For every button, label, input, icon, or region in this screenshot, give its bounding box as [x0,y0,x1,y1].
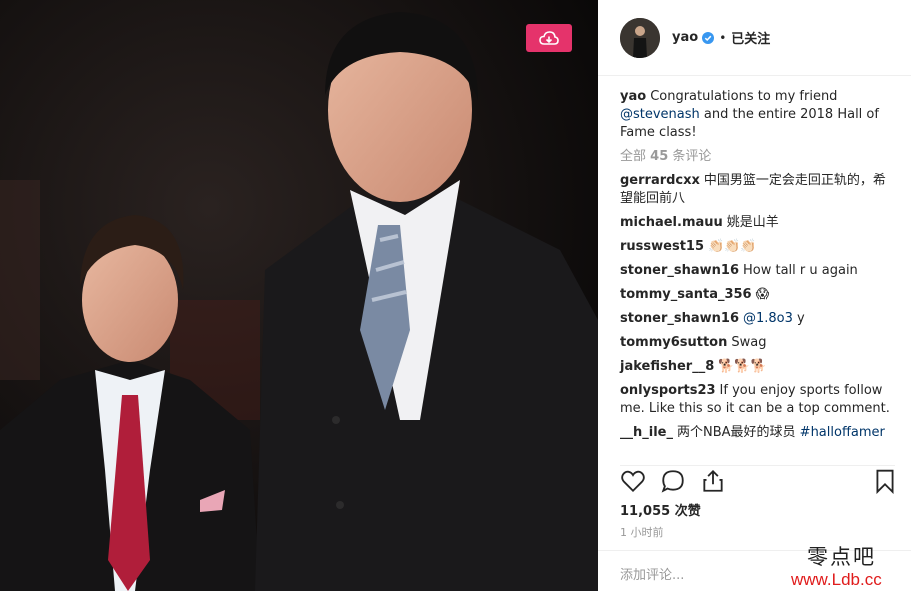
comment-text: 两个NBA最好的球员 [676,425,796,440]
post-side-panel: yao • 已关注 yao Congratulations to my frien… [598,0,911,591]
caption: yao Congratulations to my friend @stevena… [620,88,895,142]
caption-user[interactable]: yao [620,89,646,104]
comment-item: russwest15 👏🏻👏🏻👏🏻 [620,238,895,256]
comment-icon[interactable] [660,468,686,498]
comment-item: gerrardcxx 中国男篮一定会走回正轨的，希望能回前八 [620,172,895,208]
bookmark-icon[interactable] [872,468,898,498]
comment-item: tommy6sutton Swag [620,334,895,352]
comment-user[interactable]: stoner_shawn16 [620,263,739,278]
comment-item: __h_ile_ 两个NBA最好的球员 #halloffamer [620,424,895,442]
comment-user[interactable]: russwest15 [620,239,704,254]
post-image [0,0,598,591]
username[interactable]: yao [672,30,698,45]
view-all-comments-link[interactable]: 全部 45 条评论 [620,148,895,166]
comment-user[interactable]: onlysports23 [620,383,716,398]
comment-text: y [792,311,805,326]
comment-user[interactable]: tommy_santa_356 [620,287,752,302]
comment-user[interactable]: jakefisher__8 [620,359,714,374]
share-icon[interactable] [700,468,726,498]
heart-icon[interactable] [620,468,646,498]
like-count[interactable]: 11,055 次赞 [620,500,701,519]
comment-hashtag[interactable]: #halloffamer [800,425,885,440]
comment-item: stoner_shawn16 How tall r u again [620,262,895,280]
comment-user[interactable]: tommy6sutton [620,335,727,350]
comment-text: 姚是山羊 [726,215,779,230]
comment-text: 👏🏻👏🏻👏🏻 [708,239,757,254]
comment-item: tommy_santa_356 😱 [620,286,895,304]
watermark-url: www.Ldb.cc [791,570,882,589]
avatar[interactable] [620,17,660,58]
follow-button[interactable]: 已关注 [731,28,770,47]
comment-list: yao Congratulations to my friend @stevena… [620,88,895,448]
comment-item: stoner_shawn16 @1.8o3 y [620,310,895,328]
post-timestamp[interactable]: 1 小时前 [620,524,664,540]
verified-badge-icon [702,31,715,44]
caption-text: Congratulations to my friend [650,89,838,104]
comment-text: 🐕🐕🐕 [718,359,767,374]
action-bar [620,465,895,495]
comment-user[interactable]: stoner_shawn16 [620,311,739,326]
comment-text: How tall r u again [743,263,858,278]
caption-mention[interactable]: @stevenash [620,107,700,122]
comment-user[interactable]: __h_ile_ [620,425,673,440]
post-photo[interactable] [0,0,598,591]
post-header: yao • 已关注 [598,0,911,76]
watermark-logo-text: 零点吧 [807,545,876,569]
comment-user[interactable]: michael.mauu [620,215,723,230]
comment-mention[interactable]: @1.8o3 [743,311,793,326]
comment-item: michael.mauu 姚是山羊 [620,214,895,232]
comment-item: jakefisher__8 🐕🐕🐕 [620,358,895,376]
save-image-button[interactable] [526,24,572,52]
cloud-save-icon [539,30,559,46]
comment-text: 😱 [755,287,770,302]
comment-user[interactable]: gerrardcxx [620,173,700,188]
comment-text: Swag [731,335,767,350]
separator-dot: • [719,30,727,45]
comment-item: onlysports23 If you enjoy sports follow m… [620,382,895,418]
